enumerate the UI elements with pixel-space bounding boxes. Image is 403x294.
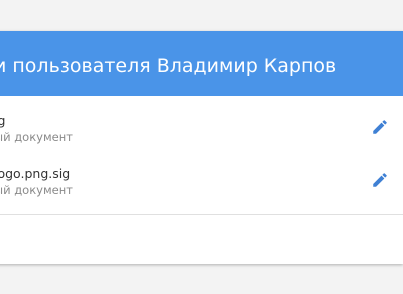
file-type: ый документ [0,130,73,144]
edit-file-button[interactable] [369,169,391,191]
files-card: и пользователя Владимир Карпов ig ый док… [0,31,403,264]
file-row[interactable]: logo.png.sig ый документ [0,159,403,212]
file-list: ig ый документ logo.png.sig ый документ [0,96,403,212]
pencil-icon [373,120,387,134]
file-name: logo.png.sig [0,166,71,181]
edit-file-button[interactable] [369,116,391,138]
pencil-icon [373,173,387,187]
divider [0,214,403,215]
file-name: ig [0,113,6,128]
card-header: и пользователя Владимир Карпов [0,31,403,96]
file-row[interactable]: ig ый документ [0,106,403,159]
file-type: ый документ [0,183,73,197]
card-title: и пользователя Владимир Карпов [0,55,337,77]
